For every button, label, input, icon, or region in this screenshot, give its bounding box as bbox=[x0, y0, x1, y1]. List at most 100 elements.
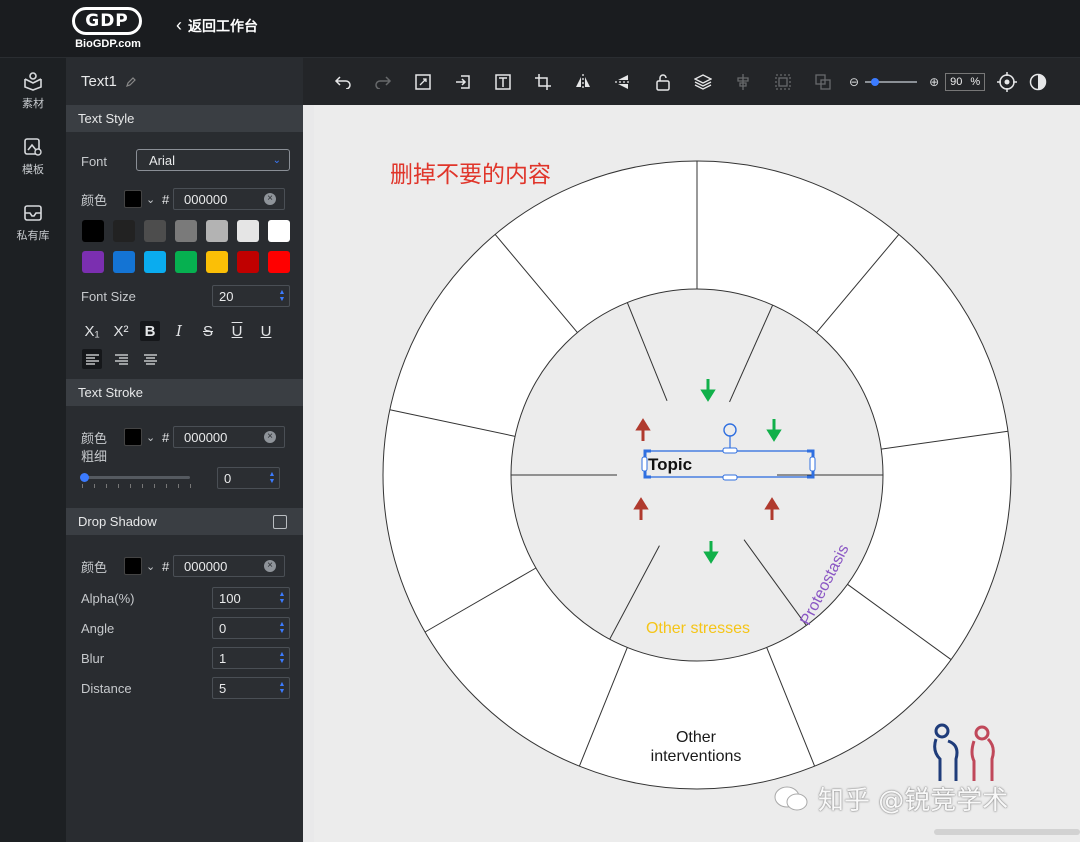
zoom-input[interactable]: 90 % bbox=[945, 72, 986, 91]
palette-swatch[interactable] bbox=[237, 220, 259, 242]
text-color-hex-input[interactable]: 000000 × bbox=[173, 188, 285, 210]
resize-handle-left[interactable] bbox=[641, 456, 648, 472]
rail-item-template[interactable]: 模板 bbox=[0, 124, 66, 190]
circular-diagram[interactable]: Other stresses Proteostasis Other interv… bbox=[314, 105, 1080, 842]
import-icon[interactable] bbox=[443, 67, 483, 97]
zoom-in-icon[interactable]: ⊕ bbox=[929, 75, 939, 89]
design-page[interactable]: 删掉不要的内容 Other stresses Proteostasis Othe… bbox=[314, 105, 1080, 842]
stroke-width-slider[interactable] bbox=[80, 473, 190, 482]
alpha-value: 100 bbox=[219, 590, 241, 606]
layers-icon[interactable] bbox=[683, 67, 723, 97]
strikethrough-button[interactable]: S bbox=[198, 321, 218, 341]
font-row: Font Arial ⌄ bbox=[66, 144, 303, 178]
contrast-icon[interactable] bbox=[1027, 67, 1049, 97]
distance-input[interactable]: 5 ▲ ▼ bbox=[212, 677, 290, 699]
palette-swatch[interactable] bbox=[144, 220, 166, 242]
palette-swatch[interactable] bbox=[206, 251, 228, 273]
clear-icon[interactable]: × bbox=[264, 431, 276, 443]
slider-ticks bbox=[82, 484, 194, 488]
clear-icon[interactable]: × bbox=[264, 560, 276, 572]
hash-label: # bbox=[162, 429, 170, 445]
angle-input[interactable]: 0 ▲ ▼ bbox=[212, 617, 290, 639]
palette-swatch[interactable] bbox=[113, 251, 135, 273]
rail-item-material[interactable]: 素材 bbox=[0, 58, 66, 124]
chevron-down-icon[interactable]: ⌄ bbox=[146, 431, 155, 444]
flip-vertical-icon[interactable] bbox=[603, 67, 643, 97]
mascot-illustration bbox=[933, 723, 995, 781]
zoom-slider[interactable] bbox=[865, 77, 918, 86]
color-swatch-button[interactable] bbox=[124, 557, 142, 575]
locate-center-icon[interactable] bbox=[987, 67, 1027, 97]
superscript-button[interactable]: X² bbox=[111, 321, 131, 341]
chevron-down-icon[interactable]: ⌄ bbox=[146, 560, 155, 573]
palette-swatch[interactable] bbox=[237, 251, 259, 273]
align-distribute-icon[interactable] bbox=[723, 67, 763, 97]
clear-icon[interactable]: × bbox=[264, 193, 276, 205]
private-library-icon bbox=[24, 205, 42, 221]
back-to-workbench-link[interactable]: ‹ 返回工作台 bbox=[176, 15, 258, 36]
logo[interactable]: GDP BioGDP.com bbox=[72, 7, 144, 53]
spinner-icon[interactable]: ▲ ▼ bbox=[278, 681, 286, 695]
zoom-knob[interactable] bbox=[871, 77, 880, 86]
label-other-interventions-line1[interactable]: Other bbox=[676, 729, 717, 746]
align-center-icon[interactable] bbox=[140, 349, 160, 369]
stroke-width-input[interactable]: 0 ▲ ▼ bbox=[217, 467, 280, 489]
font-select[interactable]: Arial ⌄ bbox=[136, 149, 290, 171]
palette-swatch[interactable] bbox=[268, 251, 290, 273]
palette-swatch[interactable] bbox=[113, 220, 135, 242]
redo-icon[interactable] bbox=[363, 67, 403, 97]
palette-swatch[interactable] bbox=[206, 220, 228, 242]
label-other-stresses[interactable]: Other stresses bbox=[646, 620, 750, 637]
crop-icon[interactable] bbox=[523, 67, 563, 97]
watermark-text: 知乎 @锐竞学术 bbox=[818, 786, 1009, 816]
chevron-down-icon[interactable]: ⌄ bbox=[146, 193, 155, 206]
palette-swatch[interactable] bbox=[175, 251, 197, 273]
palette-swatch[interactable] bbox=[82, 220, 104, 242]
edit-pencil-icon[interactable] bbox=[125, 76, 137, 88]
resize-handle-right[interactable] bbox=[809, 456, 816, 472]
overline-button[interactable]: U bbox=[227, 321, 247, 341]
ungroup-icon[interactable] bbox=[803, 67, 843, 97]
spinner-icon[interactable]: ▲ ▼ bbox=[278, 651, 286, 665]
shadow-color-row: 颜色 ⌄ # 000000 × bbox=[66, 549, 303, 583]
bold-button[interactable]: B bbox=[140, 321, 160, 341]
undo-icon[interactable] bbox=[323, 67, 363, 97]
spinner-icon[interactable]: ▲ ▼ bbox=[278, 591, 286, 605]
fit-screen-icon[interactable] bbox=[403, 67, 443, 97]
template-icon bbox=[24, 138, 42, 156]
italic-button[interactable]: I bbox=[169, 321, 189, 341]
section-heading: Drop Shadow bbox=[78, 514, 157, 529]
underline-button[interactable]: U bbox=[256, 321, 276, 341]
unlock-icon[interactable] bbox=[643, 67, 683, 97]
shadow-color-hex-input[interactable]: 000000 × bbox=[173, 555, 285, 577]
group-icon[interactable] bbox=[763, 67, 803, 97]
spinner-icon[interactable]: ▲ ▼ bbox=[278, 289, 286, 303]
alpha-input[interactable]: 100 ▲ ▼ bbox=[212, 587, 290, 609]
label-other-interventions-line2[interactable]: interventions bbox=[651, 748, 742, 765]
resize-handle-bottom[interactable] bbox=[722, 474, 738, 481]
color-swatch-button[interactable] bbox=[124, 190, 142, 208]
color-swatch-button[interactable] bbox=[124, 428, 142, 446]
spinner-icon[interactable]: ▲ ▼ bbox=[278, 621, 286, 635]
text-tool-icon[interactable] bbox=[483, 67, 523, 97]
resize-handle-top[interactable] bbox=[722, 447, 738, 454]
flip-horizontal-icon[interactable] bbox=[563, 67, 603, 97]
subscript-button[interactable]: X₁ bbox=[82, 321, 102, 341]
topic-text[interactable]: Topic bbox=[648, 455, 692, 474]
top-bar: GDP BioGDP.com ‹ 返回工作台 bbox=[0, 0, 1080, 58]
font-size-input[interactable]: 20 ▲ ▼ bbox=[212, 285, 290, 307]
palette-swatch[interactable] bbox=[175, 220, 197, 242]
align-left-icon[interactable] bbox=[82, 349, 102, 369]
canvas-area[interactable]: 删掉不要的内容 Other stresses Proteostasis Othe… bbox=[303, 105, 1080, 842]
palette-swatch[interactable] bbox=[82, 251, 104, 273]
spinner-icon[interactable]: ▲ ▼ bbox=[268, 471, 276, 485]
slider-knob[interactable] bbox=[80, 473, 89, 482]
palette-swatch[interactable] bbox=[144, 251, 166, 273]
stroke-color-hex-input[interactable]: 000000 × bbox=[173, 426, 285, 448]
blur-input[interactable]: 1 ▲ ▼ bbox=[212, 647, 290, 669]
rail-item-private-library[interactable]: 私有库 bbox=[0, 190, 66, 256]
drop-shadow-checkbox[interactable] bbox=[273, 514, 287, 529]
zoom-out-icon[interactable]: ⊖ bbox=[849, 75, 859, 89]
palette-swatch[interactable] bbox=[268, 220, 290, 242]
align-right-icon[interactable] bbox=[111, 349, 131, 369]
